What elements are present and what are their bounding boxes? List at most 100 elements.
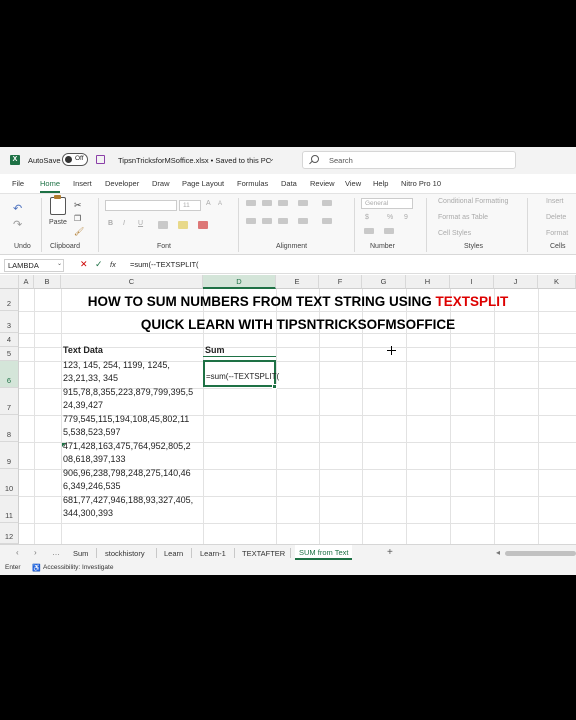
font-size-select[interactable]: 11 [179, 200, 201, 211]
tab-review[interactable]: Review [310, 179, 335, 188]
active-cell[interactable]: =sum(--TEXTSPLIT( [203, 360, 279, 387]
text-data-cell[interactable]: 779,545,115,194,108,45,802,11 5,538,523,… [63, 413, 189, 439]
text-data-cell[interactable]: 471,428,163,475,764,952,805,2 08,618,397… [63, 440, 191, 466]
undo-icon[interactable]: ↶ [13, 202, 22, 215]
column-header[interactable]: I [450, 275, 494, 289]
row-header[interactable]: 3 [0, 311, 19, 333]
column-header[interactable]: G [362, 275, 406, 289]
indent-icon[interactable] [298, 218, 308, 224]
sheet-title-line2[interactable]: QUICK LEARN WITH TIPSNTRICKSOFMSOFFICE [20, 317, 576, 332]
sheet-tab-stockhistory[interactable]: stockhistory [105, 549, 145, 558]
comma-button[interactable]: 9 [404, 214, 408, 221]
insert-function-icon[interactable]: fx [110, 260, 116, 269]
text-data-cell[interactable]: 915,78,8,355,223,879,799,395,5 24,39,427 [63, 386, 193, 412]
tab-nitro[interactable]: Nitro Pro 10 [401, 179, 441, 188]
sheet-tab-textafter[interactable]: TEXTAFTER [242, 549, 285, 558]
column-header[interactable]: A [19, 275, 34, 289]
enter-icon[interactable]: ✓ [95, 259, 103, 270]
number-format-select[interactable]: General [361, 198, 413, 209]
cut-icon[interactable]: ✂ [74, 200, 82, 211]
row-header[interactable]: 2 [0, 289, 19, 311]
text-data-cell[interactable]: 123, 145, 254, 1199, 1245, 23,21,33, 345 [63, 359, 170, 385]
underline-button[interactable]: U [138, 220, 143, 227]
text-data-cell[interactable]: 681,77,427,946,188,93,327,405, 344,300,3… [63, 494, 193, 520]
document-title[interactable]: TipsnTricksforMSoffice.xlsx • Saved to t… [118, 156, 271, 165]
merge-center-icon[interactable] [322, 218, 332, 224]
fill-handle[interactable] [272, 384, 277, 389]
tab-help[interactable]: Help [373, 179, 388, 188]
increase-font-icon[interactable]: A [206, 200, 211, 207]
tab-file[interactable]: File [12, 179, 24, 188]
sheet-tab-learn-1[interactable]: Learn-1 [200, 549, 226, 558]
tab-data[interactable]: Data [281, 179, 297, 188]
percent-button[interactable]: % [387, 214, 393, 221]
align-middle-icon[interactable] [262, 200, 272, 206]
format-painter-icon[interactable]: 🖌 [74, 227, 84, 236]
row-header[interactable]: 9 [0, 442, 19, 469]
delete-cells-button[interactable]: Delete [546, 214, 566, 221]
column-header[interactable]: C [61, 275, 203, 289]
row-header[interactable]: 4 [0, 333, 19, 347]
row-header[interactable]: 11 [0, 496, 19, 523]
accessibility-status[interactable]: Accessibility: Investigate [43, 564, 113, 571]
sheet-title-line1[interactable]: HOW TO SUM NUMBERS FROM TEXT STRING USIN… [20, 294, 576, 309]
column-header[interactable]: H [406, 275, 450, 289]
row-header[interactable]: 6 [0, 361, 19, 388]
wrap-text-icon[interactable] [322, 200, 332, 206]
save-icon[interactable] [96, 155, 105, 164]
borders-icon[interactable] [158, 221, 168, 229]
tab-view[interactable]: View [345, 179, 361, 188]
align-left-icon[interactable] [246, 218, 256, 224]
bold-button[interactable]: B [108, 220, 113, 227]
sheet-tab-learn[interactable]: Learn [164, 549, 183, 558]
tab-insert[interactable]: Insert [73, 179, 92, 188]
align-center-icon[interactable] [262, 218, 272, 224]
tab-developer[interactable]: Developer [105, 179, 139, 188]
font-name-select[interactable] [105, 200, 177, 211]
paste-icon[interactable] [50, 195, 66, 215]
format-cells-button[interactable]: Format [546, 230, 568, 237]
decrease-decimal-icon[interactable] [384, 228, 394, 234]
column-header[interactable]: K [538, 275, 576, 289]
text-data-cell[interactable]: 906,96,238,798,248,275,140,46 6,349,246,… [63, 467, 191, 493]
column-header[interactable]: J [494, 275, 538, 289]
accessibility-icon[interactable]: ♿ [32, 564, 41, 572]
row-header[interactable]: 7 [0, 388, 19, 415]
tab-home[interactable]: Home [40, 179, 61, 193]
paste-button[interactable]: Paste [49, 219, 67, 226]
row-header[interactable]: 8 [0, 415, 19, 442]
align-bottom-icon[interactable] [278, 200, 288, 206]
column-header[interactable]: E [276, 275, 319, 289]
italic-button[interactable]: I [123, 220, 125, 227]
more-sheets-icon[interactable]: … [52, 548, 60, 557]
tab-formulas[interactable]: Formulas [237, 179, 268, 188]
formula-input[interactable]: =sum(--TEXTSPLIT( [130, 260, 199, 269]
tab-page-layout[interactable]: Page Layout [182, 179, 224, 188]
name-box[interactable]: LAMBDA [4, 259, 64, 272]
cancel-icon[interactable]: ✕ [80, 259, 88, 270]
copy-icon[interactable]: ❐ [74, 214, 81, 223]
autosave-toggle[interactable]: Off [62, 153, 88, 166]
search-input[interactable]: Search [302, 151, 516, 169]
horizontal-scrollbar[interactable] [505, 551, 576, 556]
tab-draw[interactable]: Draw [152, 179, 170, 188]
next-sheet-icon[interactable]: › [34, 548, 37, 557]
add-sheet-button[interactable]: + [387, 547, 393, 558]
column-header[interactable]: D [203, 275, 276, 289]
currency-button[interactable]: $ [365, 214, 369, 221]
align-top-icon[interactable] [246, 200, 256, 206]
conditional-formatting-button[interactable]: Conditional Formatting [438, 198, 508, 205]
row-header[interactable]: 10 [0, 469, 19, 496]
align-right-icon[interactable] [278, 218, 288, 224]
row-header[interactable]: 12 [0, 523, 19, 544]
font-color-icon[interactable] [198, 221, 208, 229]
sheet-tab-sum-from-text[interactable]: SUM from Text [295, 545, 353, 560]
format-as-table-button[interactable]: Format as Table [438, 214, 488, 221]
cell-styles-button[interactable]: Cell Styles [438, 230, 471, 237]
row-header[interactable]: 5 [0, 347, 19, 361]
increase-decimal-icon[interactable] [364, 228, 374, 234]
column-header[interactable]: B [34, 275, 61, 289]
chevron-down-icon[interactable]: ⌄ [268, 154, 275, 163]
select-all-corner[interactable] [0, 275, 19, 289]
insert-cells-button[interactable]: Insert [546, 198, 564, 205]
